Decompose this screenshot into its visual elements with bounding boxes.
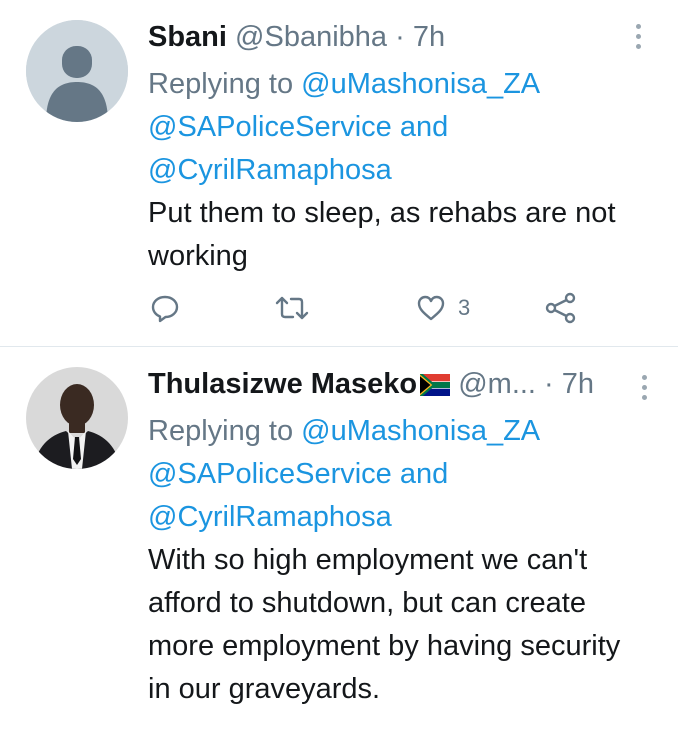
replying-to: Replying to @uMashonisa_ZA @SAPoliceServ… [148,63,660,192]
mention-and[interactable]: and [392,111,448,143]
tweet-1[interactable]: Sbani @Sbanibha · 7h Replying to @uMasho… [0,0,678,346]
tweet-header: Thulasizwe Maseko @m... · 7h [148,367,660,401]
header-separator: · [536,368,562,400]
profile-photo [26,367,128,469]
default-avatar[interactable] [26,20,128,122]
tweet-time[interactable]: 7h [413,21,445,53]
mention-link[interactable]: @CyrilRamaphosa [148,501,392,533]
tweet-actions: 3 [148,288,588,328]
retweet-icon [275,296,309,320]
default-profile-icon [26,20,128,122]
reply-icon [151,295,179,323]
more-options-icon[interactable] [636,24,642,54]
tweet-2[interactable]: Thulasizwe Maseko @m... · 7h Replying to… [0,347,678,730]
retweet-button[interactable] [274,288,310,328]
mention-link[interactable]: @uMashonisa_ZA [301,68,540,100]
reply-button[interactable] [150,288,180,328]
share-button[interactable] [544,288,578,328]
tweet-time[interactable]: 7h [562,368,594,400]
mention-and[interactable]: and [392,458,448,490]
more-options-icon[interactable] [642,375,648,405]
user-handle[interactable]: @m... [458,368,536,400]
tweet-header: Sbani @Sbanibha · 7h [148,20,660,54]
mention-link[interactable]: @CyrilRamaphosa [148,154,392,186]
south-africa-flag-icon [420,374,451,396]
tweet-text: With so high employment we can't afford … [148,544,621,705]
user-handle[interactable]: @Sbanibha [235,21,387,53]
header-separator: · [387,21,413,53]
user-avatar[interactable] [26,367,128,469]
mention-link[interactable]: @SAPoliceService [148,458,392,490]
tweet-text: Put them to sleep, as rehabs are not wor… [148,197,616,272]
mention-link[interactable]: @SAPoliceService [148,111,392,143]
replying-to: Replying to @uMashonisa_ZA @SAPoliceServ… [148,410,660,539]
mention-link[interactable]: @uMashonisa_ZA [301,415,540,447]
replying-prefix: Replying to [148,68,302,100]
heart-icon [417,295,445,321]
like-count: 3 [458,295,471,320]
share-icon [545,292,576,324]
replying-prefix: Replying to [148,415,302,447]
display-name[interactable]: Thulasizwe Maseko [148,368,417,400]
display-name[interactable]: Sbani [148,21,227,53]
like-button[interactable]: 3 [416,288,470,328]
